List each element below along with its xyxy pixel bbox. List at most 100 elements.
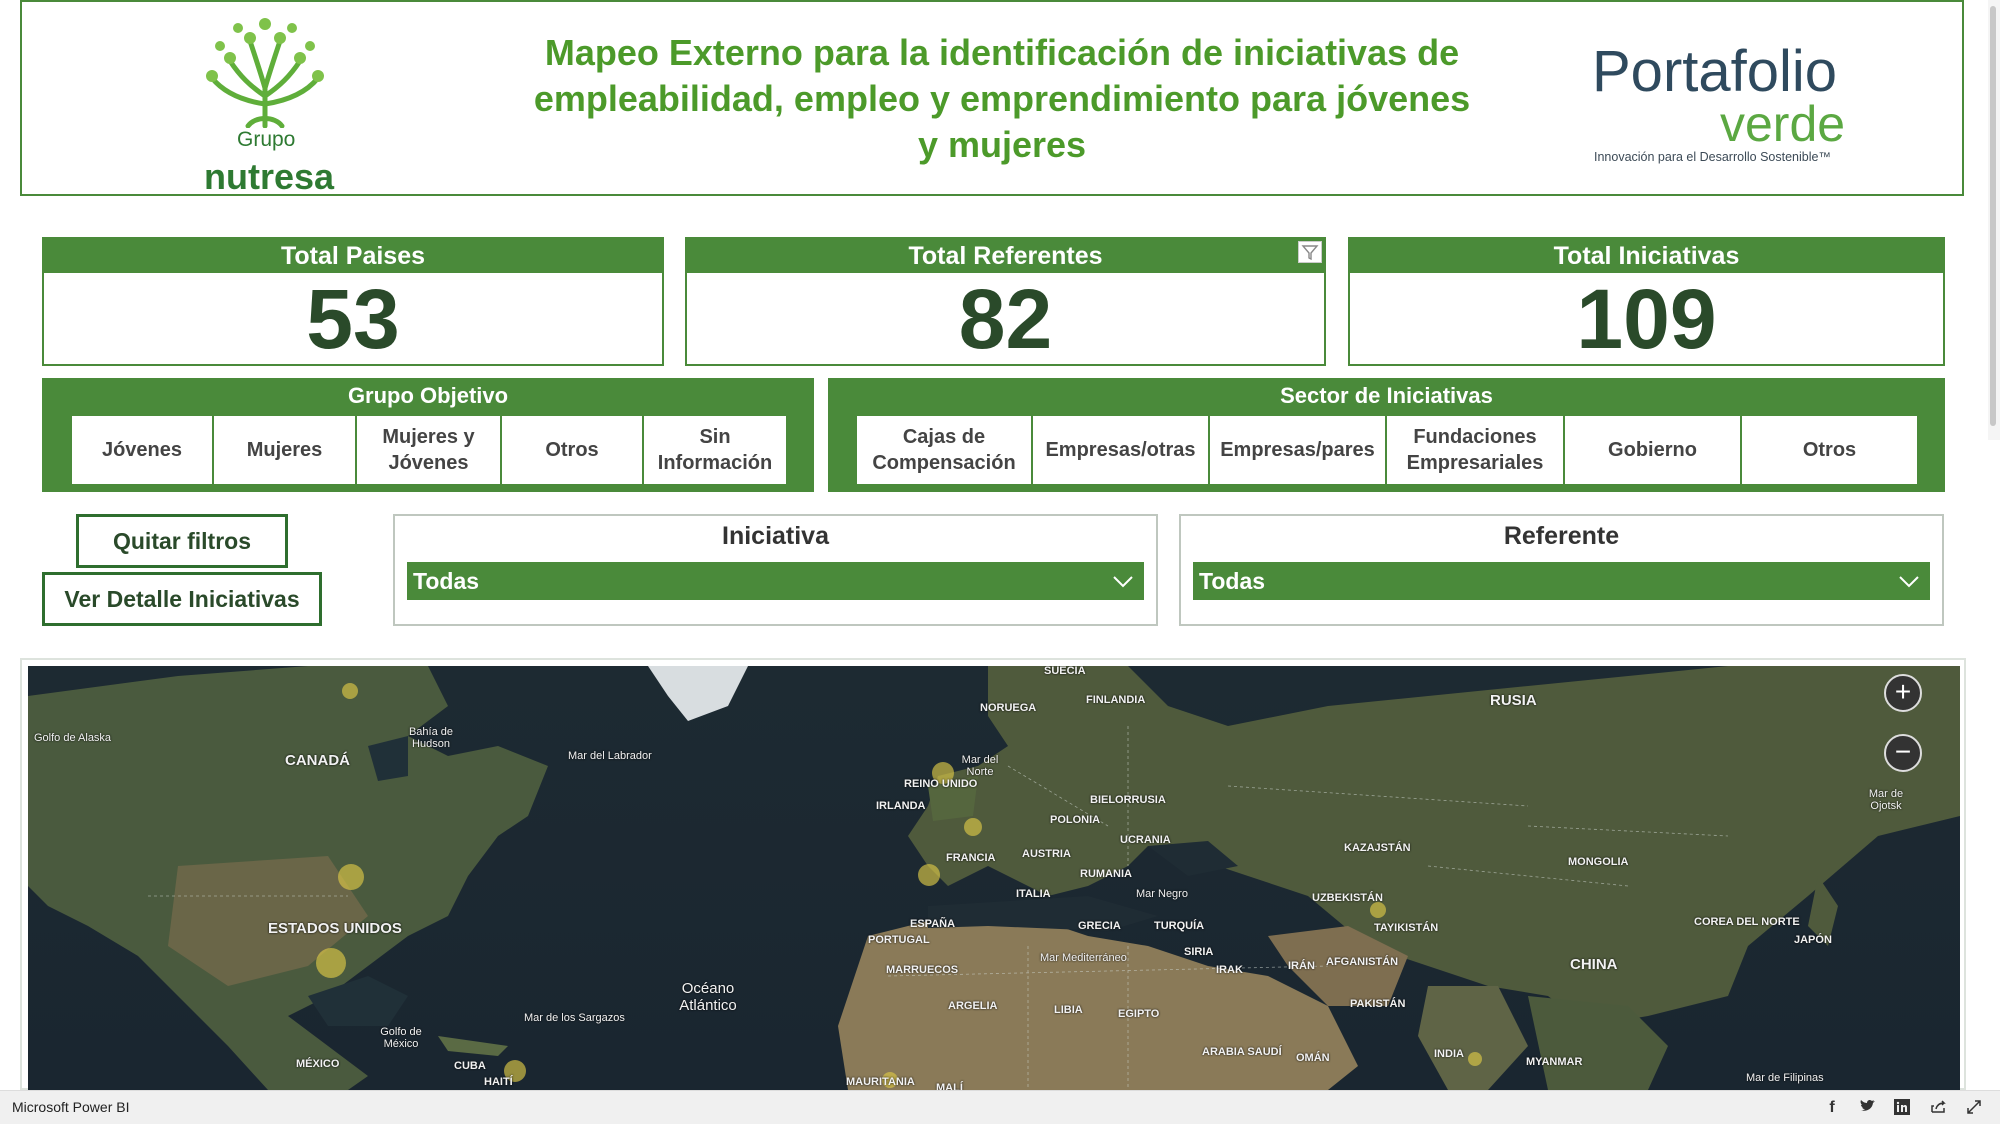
ver-detalle-button[interactable]: Ver Detalle Iniciativas xyxy=(42,572,322,626)
selected-value: Todas xyxy=(413,568,480,594)
power-bi-footer: Microsoft Power BI f xyxy=(0,1090,2000,1124)
map-label: MALÍ xyxy=(936,1082,963,1090)
filter-icon[interactable] xyxy=(1298,241,1322,263)
grupo-nutresa-logo: Grupo nutresa xyxy=(182,16,352,197)
selected-value: Todas xyxy=(1199,568,1266,594)
map-label: Bahía de Hudson xyxy=(408,726,454,750)
share-icon[interactable] xyxy=(1928,1098,1948,1118)
map-label: RUSIA xyxy=(1490,692,1537,709)
map-label: Golfo de México xyxy=(380,1026,422,1050)
map-label: CHINA xyxy=(1570,956,1618,973)
kpi-label: Total Referentes xyxy=(687,239,1324,273)
slicer-title: Sector de Iniciativas xyxy=(1280,383,1493,408)
map-label: GRECIA xyxy=(1078,920,1121,932)
world-map[interactable]: Golfo de Alaska CANADÁ Bahía de Hudson M… xyxy=(28,666,1960,1090)
map-label: INDIA xyxy=(1434,1048,1464,1060)
dropdown-label: Iniciativa xyxy=(722,522,829,550)
portafolio-verde-logo: Portafolio verde Innovación para el Desa… xyxy=(1592,39,1892,165)
slicer-option-jovenes[interactable]: Jóvenes xyxy=(72,416,214,484)
slicer-option-otros[interactable]: Otros xyxy=(1742,416,1917,484)
kpi-label: Total Iniciativas xyxy=(1350,239,1943,273)
map-label: FRANCIA xyxy=(946,852,996,864)
map-label: ARGELIA xyxy=(948,1000,998,1012)
map-marker[interactable] xyxy=(316,948,346,978)
linkedin-icon[interactable] xyxy=(1892,1098,1912,1118)
map-label: CUBA xyxy=(454,1060,486,1072)
map-marker[interactable] xyxy=(918,864,940,886)
slicer-option-empresas-pares[interactable]: Empresas/pares xyxy=(1210,416,1387,484)
app-name[interactable]: Microsoft Power BI xyxy=(12,1099,129,1115)
map-visual: Golfo de Alaska CANADÁ Bahía de Hudson M… xyxy=(20,658,1966,1090)
fullscreen-icon[interactable] xyxy=(1964,1098,1984,1118)
map-label: OMÁN xyxy=(1296,1052,1330,1064)
map-label: UCRANIA xyxy=(1120,834,1171,846)
map-label: MAURITANIA xyxy=(846,1076,915,1088)
slicer-option-otros[interactable]: Otros xyxy=(502,416,644,484)
chevron-down-icon xyxy=(1113,576,1133,588)
map-label: UZBEKISTÁN xyxy=(1312,892,1383,904)
power-bi-report: Grupo nutresa Mapeo Externo para la iden… xyxy=(0,0,2000,1124)
tree-icon xyxy=(206,18,324,128)
twitter-icon[interactable] xyxy=(1858,1098,1878,1118)
grupo-objetivo-slicer: Grupo Objetivo Jóvenes Mujeres Mujeres y… xyxy=(42,378,814,492)
dropdown-label: Referente xyxy=(1503,522,1620,550)
iniciativa-select[interactable]: Todas xyxy=(407,562,1144,600)
map-label: RUMANIA xyxy=(1080,868,1132,880)
slicer-option-sin-informacion[interactable]: Sin Información xyxy=(644,416,786,484)
map-label: COREA DEL NORTE xyxy=(1694,916,1800,928)
map-marker[interactable] xyxy=(1370,902,1386,918)
chevron-down-icon xyxy=(1899,576,1919,588)
map-marker[interactable] xyxy=(964,818,982,836)
map-label: NORUEGA xyxy=(980,702,1037,714)
map-label: ESPAÑA xyxy=(910,918,956,930)
slicer-option-empresas-otras[interactable]: Empresas/otras xyxy=(1033,416,1210,484)
referente-dropdown: Referente Todas xyxy=(1179,514,1944,626)
map-label: Océano Atlántico xyxy=(679,980,737,1014)
slicer-option-mujeres[interactable]: Mujeres xyxy=(214,416,357,484)
slicer-option-cajas-compensacion[interactable]: Cajas de Compensación xyxy=(857,416,1033,484)
map-label: TAYIKISTÁN xyxy=(1374,922,1439,934)
map-label: KAZAJSTÁN xyxy=(1344,842,1411,854)
slicer-option-fundaciones[interactable]: Fundaciones Empresariales xyxy=(1387,416,1565,484)
map-label: BIELORRUSIA xyxy=(1090,794,1166,806)
map-label: MARRUECOS xyxy=(886,964,959,976)
kpi-value: 82 xyxy=(958,272,1053,366)
map-label: IRAK xyxy=(1216,964,1243,976)
map-label: PORTUGAL xyxy=(868,934,930,946)
map-label: ESTADOS UNIDOS xyxy=(268,920,402,937)
referente-select[interactable]: Todas xyxy=(1193,562,1930,600)
logo-text-nutresa: nutresa xyxy=(204,156,335,197)
quitar-filtros-button[interactable]: Quitar filtros xyxy=(76,514,288,568)
vertical-scrollbar[interactable] xyxy=(1988,0,2000,440)
kpi-total-paises: Total Paises 53 xyxy=(42,237,664,366)
map-label: SIRIA xyxy=(1184,946,1214,958)
map-label: SUECIA xyxy=(1044,666,1086,677)
map-marker[interactable] xyxy=(342,683,358,699)
logo-text-verde: verde xyxy=(1720,96,1846,152)
map-marker[interactable] xyxy=(1468,1052,1482,1066)
map-label: PAKISTÁN xyxy=(1350,998,1406,1010)
map-label: FINLANDIA xyxy=(1086,694,1146,706)
facebook-icon[interactable]: f xyxy=(1822,1098,1842,1118)
kpi-total-iniciativas: Total Iniciativas 109 xyxy=(1348,237,1945,366)
kpi-total-referentes: Total Referentes 82 xyxy=(685,237,1326,366)
map-label: ITALIA xyxy=(1016,888,1051,900)
logo-text-grupo: Grupo xyxy=(237,128,296,151)
slicer-option-mujeres-y-jovenes[interactable]: Mujeres y Jóvenes xyxy=(357,416,502,484)
map-label: REINO UNIDO xyxy=(904,778,978,790)
map-label: MÉXICO xyxy=(296,1058,340,1070)
map-marker[interactable] xyxy=(338,864,364,890)
kpi-label: Total Paises xyxy=(44,239,662,273)
map-label: MONGOLIA xyxy=(1568,856,1629,868)
map-label: HAITÍ xyxy=(484,1076,513,1088)
map-label: POLONIA xyxy=(1050,814,1101,826)
zoom-out-button[interactable]: − xyxy=(1884,734,1922,772)
slicer-options: Jóvenes Mujeres Mujeres y Jóvenes Otros … xyxy=(72,416,786,484)
iniciativa-dropdown: Iniciativa Todas xyxy=(393,514,1158,626)
logo-text-portafolio: Portafolio xyxy=(1592,39,1838,104)
zoom-in-button[interactable]: + xyxy=(1884,674,1922,712)
report-title: Mapeo Externo para la identificación de … xyxy=(533,32,1471,165)
scrollbar-thumb[interactable] xyxy=(1990,6,1996,426)
slicer-option-gobierno[interactable]: Gobierno xyxy=(1565,416,1742,484)
map-label: Golfo de Alaska xyxy=(34,732,112,744)
